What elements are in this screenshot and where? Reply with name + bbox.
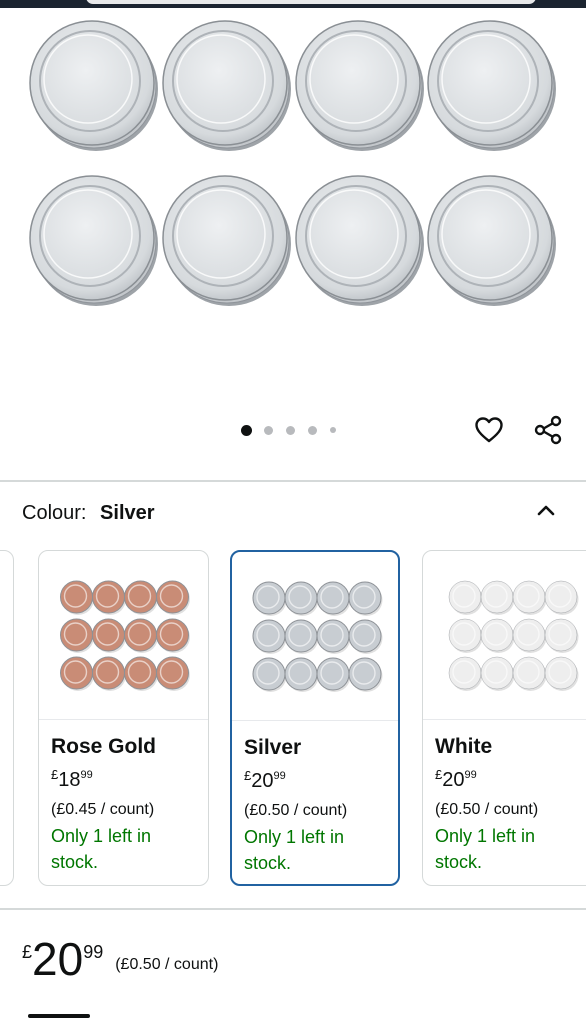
mini-lid: [156, 580, 190, 615]
buybox-price: £ 20 99 (£0.50 / count): [22, 936, 218, 982]
variation-unit-price: (£0.50 / count): [244, 802, 348, 819]
pagination-dot-active: [241, 424, 252, 436]
mini-lid: [60, 618, 94, 653]
mini-lid: [544, 618, 579, 653]
mini-lid: [348, 619, 383, 654]
mini-lid: [448, 580, 483, 615]
variation-card-rose-gold[interactable]: Rose Gold £1899 (£0.45 / count) Only 1 l…: [38, 550, 209, 886]
mini-lid: [284, 619, 319, 654]
variation-stock: Only 1 left in stock.: [244, 827, 345, 873]
mini-lid: [316, 657, 351, 692]
mini-lid: [60, 656, 94, 691]
mini-lid: [448, 656, 483, 691]
variation-header: Colour: Silver: [22, 502, 155, 525]
mini-lid: [92, 580, 126, 615]
search-bar-edge: [86, 0, 536, 4]
product-image-gallery[interactable]: [0, 8, 586, 408]
variation-name: White: [435, 735, 493, 758]
mini-lid: [544, 656, 579, 691]
section-divider: [0, 908, 586, 910]
lid: [29, 20, 158, 151]
mini-lid: [316, 581, 351, 616]
section-divider: [0, 480, 586, 482]
white-lids-image: [448, 580, 579, 691]
variation-price: £2099: [435, 767, 477, 791]
variation-thumbnail: [39, 551, 208, 720]
lid: [162, 20, 291, 151]
variation-card-white[interactable]: White £2099 (£0.50 / count) Only 1 left …: [422, 550, 586, 886]
product-image: [29, 20, 556, 306]
variation-price: £2099: [244, 768, 286, 792]
mini-lid: [92, 656, 126, 691]
variation-card-previous[interactable]: [0, 550, 14, 886]
mini-lid: [316, 619, 351, 654]
collapse-variations-button[interactable]: [534, 498, 558, 522]
lid: [29, 175, 158, 306]
variation-price: £1899: [51, 767, 93, 791]
variation-thumbnail: [232, 552, 398, 721]
mini-lid: [156, 618, 190, 653]
silver-lids-image: [252, 581, 383, 692]
mini-lid: [448, 618, 483, 653]
mini-lid: [60, 580, 94, 615]
status-bar: [0, 0, 586, 8]
variation-name: Silver: [244, 736, 302, 759]
mini-lid: [480, 656, 515, 691]
mini-lid: [348, 581, 383, 616]
price-fraction: 99: [83, 942, 104, 962]
lid: [427, 20, 556, 151]
scroll-indicator: [28, 1014, 90, 1018]
mini-lid: [348, 657, 383, 692]
mini-lid: [124, 580, 158, 615]
variation-label: Colour:: [22, 502, 87, 524]
mini-lid: [284, 581, 319, 616]
variation-name: Rose Gold: [51, 735, 157, 758]
mini-lid: [480, 580, 515, 615]
mini-lid: [512, 656, 547, 691]
mini-lid: [480, 618, 515, 653]
variation-stock: Only 1 left in stock.: [435, 826, 536, 872]
lid: [295, 175, 424, 306]
variation-thumbnail: [423, 551, 586, 720]
variation-selected-value: Silver: [100, 502, 155, 524]
pagination-dot: [286, 425, 295, 435]
lid: [162, 175, 291, 306]
lid: [295, 20, 424, 151]
mini-lid: [512, 618, 547, 653]
image-pagination-dots: [241, 424, 349, 436]
share-icon: [534, 415, 562, 445]
variation-stock: Only 1 left in stock.: [51, 826, 152, 872]
share-button[interactable]: [530, 412, 566, 448]
lid: [427, 175, 556, 306]
mini-lid: [156, 656, 190, 691]
mini-lid: [92, 618, 126, 653]
mini-lid: [252, 657, 287, 692]
wishlist-button[interactable]: [471, 412, 507, 448]
mini-lid: [544, 580, 579, 615]
price-currency: £: [22, 942, 33, 962]
rose-gold-lids-image: [60, 580, 190, 691]
variation-card-silver[interactable]: Silver £2099 (£0.50 / count) Only 1 left…: [230, 550, 400, 886]
variation-unit-price: (£0.45 / count): [51, 801, 155, 818]
pagination-dot: [264, 425, 273, 435]
heart-icon: [475, 417, 503, 443]
pagination-dot: [330, 427, 336, 433]
pagination-dot: [308, 425, 317, 435]
mini-lid: [124, 656, 158, 691]
variation-unit-price: (£0.50 / count): [435, 801, 539, 818]
mini-lid: [124, 618, 158, 653]
mini-lid: [512, 580, 547, 615]
mini-lid: [252, 619, 287, 654]
price-whole: 20: [32, 933, 84, 985]
chevron-up-icon: [537, 505, 555, 516]
mini-lid: [284, 657, 319, 692]
mini-lid: [252, 581, 287, 616]
price-per-unit: (£0.50 / count): [115, 956, 219, 973]
